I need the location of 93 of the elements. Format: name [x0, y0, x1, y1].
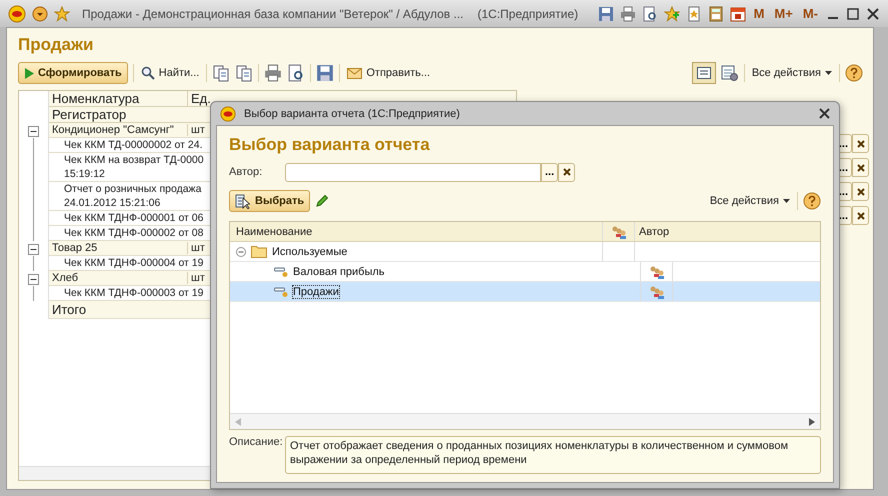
folder-name[interactable]: Используемые	[272, 246, 348, 258]
dropdown-icon[interactable]	[32, 6, 48, 22]
report-icon	[274, 266, 288, 278]
column-header: Автор	[638, 224, 670, 240]
clear-button[interactable]	[852, 134, 869, 153]
variant-row[interactable]: Продажи	[230, 282, 820, 302]
memory-button[interactable]: M-	[800, 6, 820, 21]
collapse-icon[interactable]	[28, 126, 39, 137]
dialog-title: Выбор варианта отчета (1С:Предприятие)	[244, 108, 460, 120]
table-cell-text: Чек ККМ ТДНФ-000002 от 08	[63, 226, 204, 240]
save-icon[interactable]	[316, 64, 334, 82]
help-icon[interactable]	[803, 192, 821, 210]
document-icon[interactable]	[235, 64, 254, 82]
calendar-icon[interactable]	[730, 6, 746, 22]
envelope-icon	[347, 68, 362, 78]
table-cell-text: шт	[190, 124, 206, 136]
collapse-icon[interactable]	[236, 246, 246, 256]
caret-icon	[825, 71, 832, 75]
list-icon	[696, 67, 711, 79]
maximize-icon[interactable]	[846, 6, 860, 20]
preview-icon[interactable]	[287, 64, 306, 82]
close-icon	[856, 140, 864, 148]
table-cell-text: Чек ККМ ТДНФ-000001 от 06	[63, 211, 204, 225]
star-add-icon[interactable]	[664, 6, 680, 22]
play-icon	[24, 68, 34, 78]
app-name: (1С:Предприятие)	[478, 6, 578, 20]
table-cell-text: Чек ККМ на возврат ТД-0000 15:19:12	[63, 153, 205, 181]
logo-icon[interactable]	[8, 4, 26, 22]
window-title: Продажи - Демонстрационная база компании "Ветерок" / Абдулов ...	[82, 6, 464, 20]
memory-button[interactable]: M	[752, 6, 766, 21]
close-icon	[856, 164, 864, 172]
description-label: Описание:	[229, 436, 284, 450]
table-cell: Кондиционер "Самсунг"	[49, 124, 188, 136]
horizontal-scrollbar[interactable]	[230, 413, 820, 429]
calculator-icon[interactable]	[708, 6, 724, 22]
table-cell: Хлеб	[49, 272, 188, 284]
form-title: Продажи	[18, 34, 95, 56]
pencil-icon[interactable]	[315, 194, 330, 208]
collapse-icon[interactable]	[28, 244, 39, 255]
help-icon[interactable]	[845, 64, 863, 82]
table-cell-text: шт	[190, 272, 206, 284]
send-button[interactable]: Отправить...	[345, 67, 432, 79]
generate-button[interactable]: Сформировать	[18, 62, 128, 84]
select-variant-button[interactable]: Выбрать	[229, 190, 310, 212]
column-header: Ед.	[190, 91, 212, 106]
select-button[interactable]: ...	[541, 162, 558, 182]
description-text: Отчет отображает сведения о проданных позициях номенклатуры в количественном и суммовом выражении за определенный период времени	[285, 436, 821, 474]
column-header: Наименование	[230, 222, 603, 241]
search-icon	[140, 66, 155, 80]
settings-icon[interactable]	[720, 64, 739, 82]
users-icon	[610, 224, 626, 238]
report-icon	[274, 286, 288, 298]
clear-button[interactable]	[852, 182, 869, 201]
logo-icon	[220, 106, 236, 122]
close-icon	[562, 168, 571, 176]
variant-name: Валовая прибыль	[293, 266, 385, 278]
all-actions-menu[interactable]: Все действия	[708, 195, 792, 207]
folder-icon	[251, 245, 267, 258]
bookmark-icon[interactable]	[686, 6, 702, 22]
clear-button[interactable]	[852, 158, 869, 177]
table-cell-text: Чек ККМ ТДНФ-000004 от 19	[63, 256, 204, 270]
close-icon[interactable]	[866, 6, 880, 20]
find-button[interactable]: Найти...	[138, 66, 202, 80]
clear-button[interactable]	[852, 206, 869, 225]
all-actions-menu[interactable]: Все действия	[750, 67, 834, 79]
variant-name: Продажи	[293, 286, 339, 298]
save-icon[interactable]	[598, 6, 614, 22]
preview-icon[interactable]	[642, 6, 658, 22]
table-cell-text: Отчет о розничных продажа 24.01.2012 15:21:06	[63, 182, 202, 210]
table-cell: Товар 25	[49, 242, 188, 254]
table-cell-text: Чек ККМ ТДНФ-000003 от 19	[63, 286, 204, 300]
print-icon[interactable]	[620, 6, 636, 22]
dialog-heading: Выбор варианта отчета	[229, 134, 431, 156]
document-icon[interactable]	[212, 64, 230, 82]
memory-button[interactable]: M+	[772, 6, 795, 21]
close-icon	[856, 212, 864, 220]
close-icon	[856, 188, 864, 196]
star-icon[interactable]	[54, 6, 70, 22]
table-cell-text: шт	[190, 242, 206, 254]
column-header: Регистратор	[51, 107, 128, 122]
scroll-right-icon[interactable]	[809, 418, 815, 426]
list-cursor-icon	[235, 193, 251, 209]
print-icon[interactable]	[264, 64, 282, 82]
caret-icon	[783, 199, 790, 203]
list-view-toggle[interactable]	[692, 62, 716, 84]
table-cell-text: Чек ККМ ТД-00000002 от 24.	[63, 138, 204, 152]
close-icon[interactable]	[819, 108, 830, 119]
collapse-icon[interactable]	[28, 274, 39, 285]
author-field[interactable]	[285, 162, 541, 182]
column-header: Номенклатура	[49, 91, 188, 106]
total-label: Итого	[51, 302, 88, 317]
author-label: Автор:	[229, 166, 264, 178]
clear-button[interactable]	[558, 162, 576, 182]
